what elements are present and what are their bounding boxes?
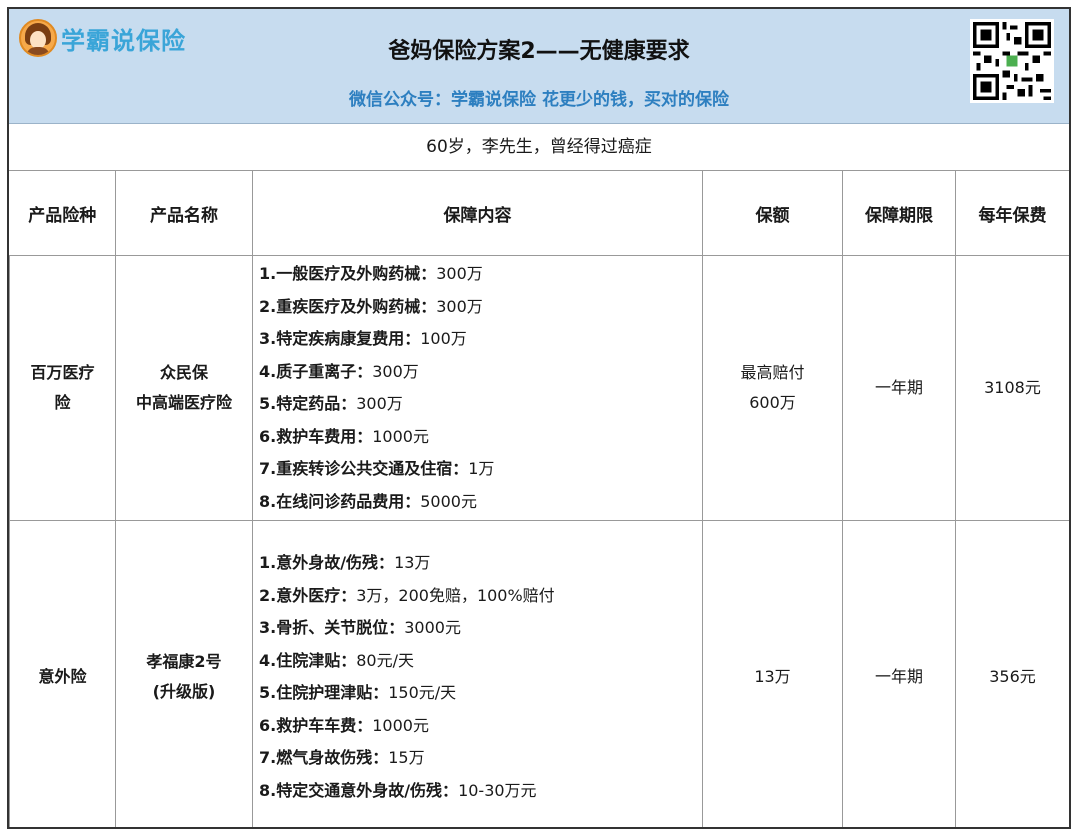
product-name-cell: 孝福康2号 (升级版) (115, 520, 253, 827)
column-header: 保障内容 (252, 170, 703, 256)
page-title: 爸妈保险方案2——无健康要求 (388, 39, 690, 64)
list-item: 1.意外身故/伤残：13万 (259, 553, 431, 572)
product-type-cell: 意外险 (9, 520, 116, 827)
list-item: 3.骨折、关节脱位：3000元 (259, 618, 461, 637)
coverage-list: 1.意外身故/伤残：13万 2.意外医疗：3万，200免赔，100%赔付 3.骨… (252, 520, 703, 827)
premium-cell: 3108元 (955, 255, 1069, 521)
list-item: 5.住院护理津贴：150元/天 (259, 683, 457, 702)
coverage-amount-cell: 最高赔付 600万 (702, 255, 843, 521)
column-header: 保额 (702, 170, 843, 256)
list-item: 2.意外医疗：3万，200免赔，100%赔付 (259, 585, 555, 605)
list-item: 7.燃气身故伤残：15万 (259, 748, 425, 767)
list-item: 4.住院津贴：80元/天 (259, 650, 414, 670)
table-header-row: 产品险种 产品名称 保障内容 保额 保障期限 每年保费 (9, 170, 1069, 256)
coverage-list: 1.一般医疗及外购药械：300万 2.重疾医疗及外购药械：300万 3.特定疾病… (252, 255, 703, 521)
column-header: 保障期限 (842, 170, 956, 256)
list-item: 8.在线问诊药品费用：5000元 (259, 491, 477, 511)
client-profile: 60岁，李先生，曾经得过癌症 (9, 124, 1069, 171)
premium-cell: 356元 (955, 520, 1069, 827)
column-header: 产品险种 (9, 170, 116, 256)
term-cell: 一年期 (842, 520, 956, 827)
page-subtitle: 微信公众号：学霸说保险 花更少的钱，买对的保险 (349, 90, 729, 110)
qr-code-icon (970, 19, 1054, 103)
term-cell: 一年期 (842, 255, 956, 521)
coverage-amount-cell: 13万 (702, 520, 843, 827)
list-item: 8.特定交通意外身故/伤残：10-30万元 (259, 780, 537, 800)
list-item: 6.救护车费用：1000元 (259, 426, 429, 446)
product-type-cell: 百万医疗 险 (9, 255, 116, 521)
list-item: 1.一般医疗及外购药械：300万 (259, 264, 483, 283)
list-item: 4.质子重离子：300万 (259, 361, 419, 381)
product-name-cell: 众民保 中高端医疗险 (115, 255, 253, 521)
list-item: 7.重疾转诊公共交通及住宿：1万 (259, 459, 495, 478)
column-header: 产品名称 (115, 170, 253, 256)
list-item: 2.重疾医疗及外购药械：300万 (259, 296, 483, 316)
insurance-plan-table: 产品险种 产品名称 保障内容 保额 保障期限 每年保费 百万医疗 险 众民保 中… (9, 170, 1069, 827)
table-row: 百万医疗 险 众民保 中高端医疗险 1.一般医疗及外购药械：300万 2.重疾医… (9, 255, 1069, 521)
table-row: 意外险 孝福康2号 (升级版) 1.意外身故/伤残：13万 2.意外医疗：3万，… (9, 520, 1069, 827)
insurance-plan-card: 学霸说保险 爸妈保险方案2——无健康要求 微信公众号：学霸说保险 花更少的钱，买… (7, 7, 1071, 829)
list-item: 3.特定疾病康复费用：100万 (259, 329, 467, 348)
list-item: 6.救护车车费：1000元 (259, 715, 429, 735)
column-header: 每年保费 (955, 170, 1069, 256)
list-item: 5.特定药品：300万 (259, 394, 403, 413)
header-banner: 学霸说保险 爸妈保险方案2——无健康要求 微信公众号：学霸说保险 花更少的钱，买… (9, 9, 1069, 124)
